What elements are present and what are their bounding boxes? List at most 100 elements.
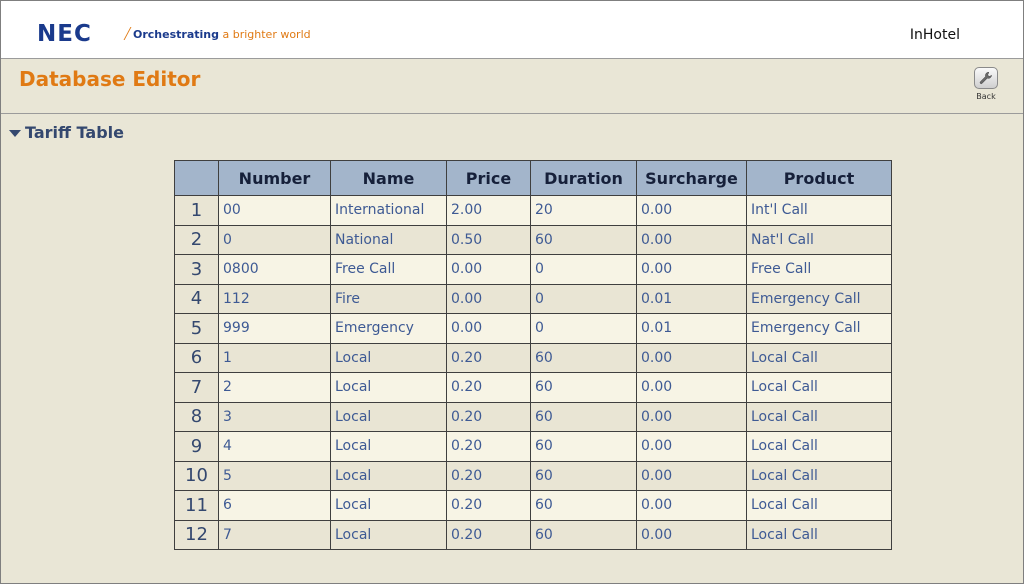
number-cell[interactable]: 0: [218, 224, 331, 255]
name-cell[interactable]: Fire: [330, 283, 447, 314]
top-header: NEC Orchestrating a brighter world InHot…: [1, 1, 1023, 59]
surcharge-cell[interactable]: 0.00: [636, 224, 747, 255]
duration-cell[interactable]: 60: [530, 401, 637, 432]
name-cell[interactable]: Local: [330, 460, 447, 491]
table-row[interactable]: 5 999 Emergency 0.00 0 0.01 Emergency Call: [174, 313, 892, 344]
number-cell[interactable]: 1: [218, 342, 331, 373]
number-cell[interactable]: 00: [218, 195, 331, 226]
number-cell[interactable]: 4: [218, 431, 331, 462]
price-cell[interactable]: 0.20: [446, 519, 531, 550]
table-row[interactable]: 11 6 Local 0.20 60 0.00 Local Call: [174, 490, 892, 521]
surcharge-cell[interactable]: 0.00: [636, 431, 747, 462]
table-row[interactable]: 6 1 Local 0.20 60 0.00 Local Call: [174, 342, 892, 373]
back-label: Back: [976, 92, 996, 101]
duration-cell[interactable]: 60: [530, 372, 637, 403]
table-row[interactable]: 1 00 International 2.00 20 0.00 Int'l Call: [174, 195, 892, 226]
duration-cell[interactable]: 60: [530, 342, 637, 373]
number-cell[interactable]: 6: [218, 490, 331, 521]
slogan-part-2: a brighter world: [218, 28, 311, 41]
table-row[interactable]: 9 4 Local 0.20 60 0.00 Local Call: [174, 431, 892, 462]
price-cell[interactable]: 0.00: [446, 254, 531, 285]
product-cell[interactable]: Local Call: [746, 431, 892, 462]
product-cell[interactable]: Local Call: [746, 460, 892, 491]
wrench-icon: [974, 67, 998, 89]
duration-cell[interactable]: 60: [530, 519, 637, 550]
product-cell[interactable]: Local Call: [746, 342, 892, 373]
number-cell[interactable]: 3: [218, 401, 331, 432]
number-cell[interactable]: 5: [218, 460, 331, 491]
surcharge-cell[interactable]: 0.00: [636, 490, 747, 521]
surcharge-cell[interactable]: 0.00: [636, 401, 747, 432]
price-cell[interactable]: 0.20: [446, 460, 531, 491]
product-cell[interactable]: Nat'l Call: [746, 224, 892, 255]
surcharge-cell[interactable]: 0.00: [636, 460, 747, 491]
price-cell[interactable]: 0.20: [446, 342, 531, 373]
product-cell[interactable]: Emergency Call: [746, 283, 892, 314]
surcharge-cell[interactable]: 0.00: [636, 342, 747, 373]
name-cell[interactable]: Local: [330, 490, 447, 521]
name-cell[interactable]: National: [330, 224, 447, 255]
column-header-duration: Duration: [530, 160, 637, 196]
app-name: InHotel: [909, 27, 960, 43]
table-header-row: Number Name Price Duration Surcharge Pro…: [174, 160, 892, 196]
table-row[interactable]: 12 7 Local 0.20 60 0.00 Local Call: [174, 519, 892, 550]
duration-cell[interactable]: 60: [530, 224, 637, 255]
surcharge-cell[interactable]: 0.00: [636, 195, 747, 226]
surcharge-cell[interactable]: 0.00: [636, 519, 747, 550]
price-cell[interactable]: 2.00: [446, 195, 531, 226]
price-cell[interactable]: 0.20: [446, 490, 531, 521]
section-header-tariff[interactable]: Tariff Table: [9, 121, 124, 143]
row-index: 1: [174, 195, 219, 226]
column-header-surcharge: Surcharge: [636, 160, 747, 196]
duration-cell[interactable]: 60: [530, 460, 637, 491]
table-row[interactable]: 2 0 National 0.50 60 0.00 Nat'l Call: [174, 224, 892, 255]
row-index: 7: [174, 372, 219, 403]
product-cell[interactable]: Local Call: [746, 401, 892, 432]
surcharge-cell[interactable]: 0.00: [636, 372, 747, 403]
column-header-product: Product: [746, 160, 892, 196]
duration-cell[interactable]: 60: [530, 431, 637, 462]
product-cell[interactable]: Local Call: [746, 490, 892, 521]
price-cell[interactable]: 0.20: [446, 372, 531, 403]
product-cell[interactable]: Emergency Call: [746, 313, 892, 344]
duration-cell[interactable]: 0: [530, 283, 637, 314]
name-cell[interactable]: Free Call: [330, 254, 447, 285]
product-cell[interactable]: Int'l Call: [746, 195, 892, 226]
surcharge-cell[interactable]: 0.01: [636, 283, 747, 314]
number-cell[interactable]: 2: [218, 372, 331, 403]
name-cell[interactable]: Local: [330, 372, 447, 403]
number-cell[interactable]: 0800: [218, 254, 331, 285]
table-row[interactable]: 8 3 Local 0.20 60 0.00 Local Call: [174, 401, 892, 432]
number-cell[interactable]: 7: [218, 519, 331, 550]
duration-cell[interactable]: 60: [530, 490, 637, 521]
duration-cell[interactable]: 20: [530, 195, 637, 226]
name-cell[interactable]: Local: [330, 431, 447, 462]
slogan-slash: [123, 27, 132, 40]
price-cell[interactable]: 0.50: [446, 224, 531, 255]
row-index: 10: [174, 460, 219, 491]
surcharge-cell[interactable]: 0.00: [636, 254, 747, 285]
price-cell[interactable]: 0.00: [446, 313, 531, 344]
price-cell[interactable]: 0.00: [446, 283, 531, 314]
price-cell[interactable]: 0.20: [446, 431, 531, 462]
name-cell[interactable]: Local: [330, 342, 447, 373]
surcharge-cell[interactable]: 0.01: [636, 313, 747, 344]
product-cell[interactable]: Local Call: [746, 372, 892, 403]
table-row[interactable]: 10 5 Local 0.20 60 0.00 Local Call: [174, 460, 892, 491]
duration-cell[interactable]: 0: [530, 254, 637, 285]
name-cell[interactable]: International: [330, 195, 447, 226]
name-cell[interactable]: Local: [330, 401, 447, 432]
name-cell[interactable]: Emergency: [330, 313, 447, 344]
product-cell[interactable]: Local Call: [746, 519, 892, 550]
duration-cell[interactable]: 0: [530, 313, 637, 344]
price-cell[interactable]: 0.20: [446, 401, 531, 432]
number-cell[interactable]: 999: [218, 313, 331, 344]
name-cell[interactable]: Local: [330, 519, 447, 550]
table-row[interactable]: 7 2 Local 0.20 60 0.00 Local Call: [174, 372, 892, 403]
back-button[interactable]: Back: [971, 67, 1001, 103]
product-cell[interactable]: Free Call: [746, 254, 892, 285]
row-index: 8: [174, 401, 219, 432]
table-row[interactable]: 4 112 Fire 0.00 0 0.01 Emergency Call: [174, 283, 892, 314]
table-row[interactable]: 3 0800 Free Call 0.00 0 0.00 Free Call: [174, 254, 892, 285]
number-cell[interactable]: 112: [218, 283, 331, 314]
